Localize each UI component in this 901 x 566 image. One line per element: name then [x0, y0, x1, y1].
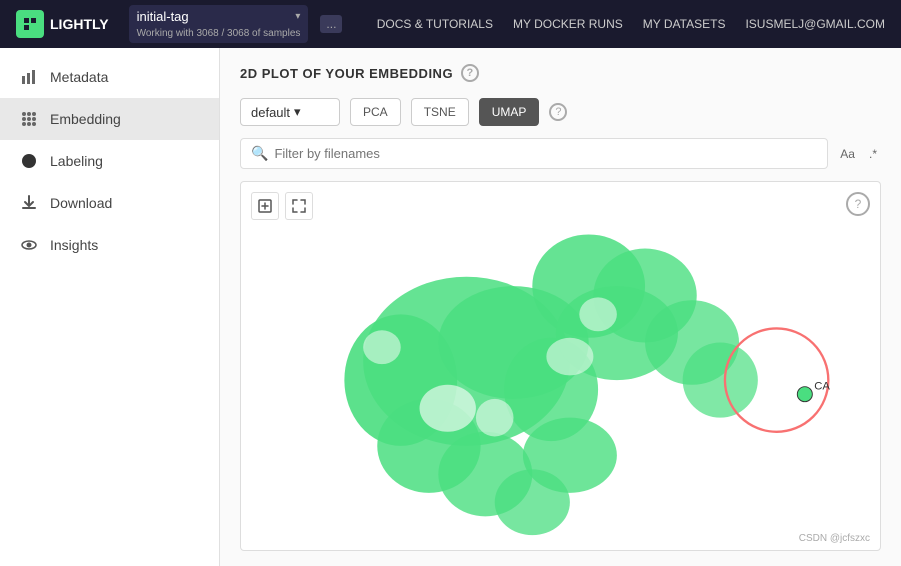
sidebar-insights-label: Insights — [50, 237, 98, 253]
tag-more-button[interactable]: ... — [320, 15, 342, 33]
embedding-dropdown[interactable]: default ▾ — [240, 98, 340, 126]
datasets-link[interactable]: MY DATASETS — [643, 17, 726, 31]
sidebar-item-labeling[interactable]: Labeling — [0, 140, 219, 182]
embedding-plot[interactable]: CA — [241, 182, 880, 550]
plot-area: ? — [240, 181, 881, 551]
user-menu[interactable]: ISUSMELJ@GMAIL.COM — [745, 17, 885, 31]
controls-row: default ▾ PCA TSNE UMAP ? — [240, 98, 881, 126]
chevron-down-icon: ▾ — [295, 11, 300, 22]
search-box: 🔍 — [240, 138, 828, 169]
tag-selector[interactable]: initial-tag ▾ Working with 3068 / 3068 o… — [129, 5, 309, 43]
regex-button[interactable]: .* — [865, 145, 881, 163]
sidebar-item-embedding[interactable]: Embedding — [0, 98, 219, 140]
logo-icon — [16, 10, 44, 38]
text-options: Aa .* — [836, 145, 881, 163]
section-title-row: 2D PLOT OF YOUR EMBEDDING ? — [240, 64, 881, 82]
method-help-icon[interactable]: ? — [549, 103, 567, 121]
sidebar-labeling-label: Labeling — [50, 153, 103, 169]
watermark: CSDN @jcfszxc — [799, 533, 870, 544]
grid-icon — [20, 110, 38, 128]
search-input[interactable] — [274, 146, 817, 161]
logo-text: LIGHTLY — [50, 16, 109, 32]
sidebar-embedding-label: Embedding — [50, 111, 121, 127]
sidebar-item-metadata[interactable]: Metadata — [0, 56, 219, 98]
dropdown-chevron-icon: ▾ — [294, 104, 301, 120]
plot-toolbar — [251, 192, 313, 220]
sidebar-metadata-label: Metadata — [50, 69, 108, 85]
umap-button[interactable]: UMAP — [479, 98, 540, 126]
docker-link[interactable]: MY DOCKER RUNS — [513, 17, 623, 31]
download-icon — [20, 194, 38, 212]
svg-text:CA: CA — [814, 380, 830, 392]
app-layout: Metadata Embedding — [0, 48, 901, 566]
eye-icon — [20, 236, 38, 254]
sidebar: Metadata Embedding — [0, 48, 220, 566]
sidebar-download-label: Download — [50, 195, 112, 211]
search-icon: 🔍 — [251, 145, 268, 162]
search-row: 🔍 Aa .* — [240, 138, 881, 169]
tag-name: initial-tag — [137, 9, 292, 24]
zoom-icon[interactable] — [251, 192, 279, 220]
tsne-button[interactable]: TSNE — [411, 98, 469, 126]
plot-help-icon[interactable]: ? — [846, 192, 870, 216]
case-sensitive-button[interactable]: Aa — [836, 145, 859, 163]
sidebar-item-download[interactable]: Download — [0, 182, 219, 224]
navbar-links: DOCS & TUTORIALS MY DOCKER RUNS MY DATAS… — [377, 17, 885, 31]
fullscreen-icon[interactable] — [285, 192, 313, 220]
chart-icon — [20, 68, 38, 86]
tag-subtitle: Working with 3068 / 3068 of samples — [137, 28, 301, 39]
section-title-text: 2D PLOT OF YOUR EMBEDDING — [240, 66, 453, 81]
navbar: LIGHTLY initial-tag ▾ Working with 3068 … — [0, 0, 901, 48]
docs-link[interactable]: DOCS & TUTORIALS — [377, 17, 493, 31]
circle-icon — [20, 152, 38, 170]
pca-button[interactable]: PCA — [350, 98, 401, 126]
logo: LIGHTLY — [16, 10, 109, 38]
dropdown-value: default — [251, 105, 290, 120]
section-help-icon[interactable]: ? — [461, 64, 479, 82]
sidebar-item-insights[interactable]: Insights — [0, 224, 219, 266]
main-content: 2D PLOT OF YOUR EMBEDDING ? default ▾ PC… — [220, 48, 901, 566]
